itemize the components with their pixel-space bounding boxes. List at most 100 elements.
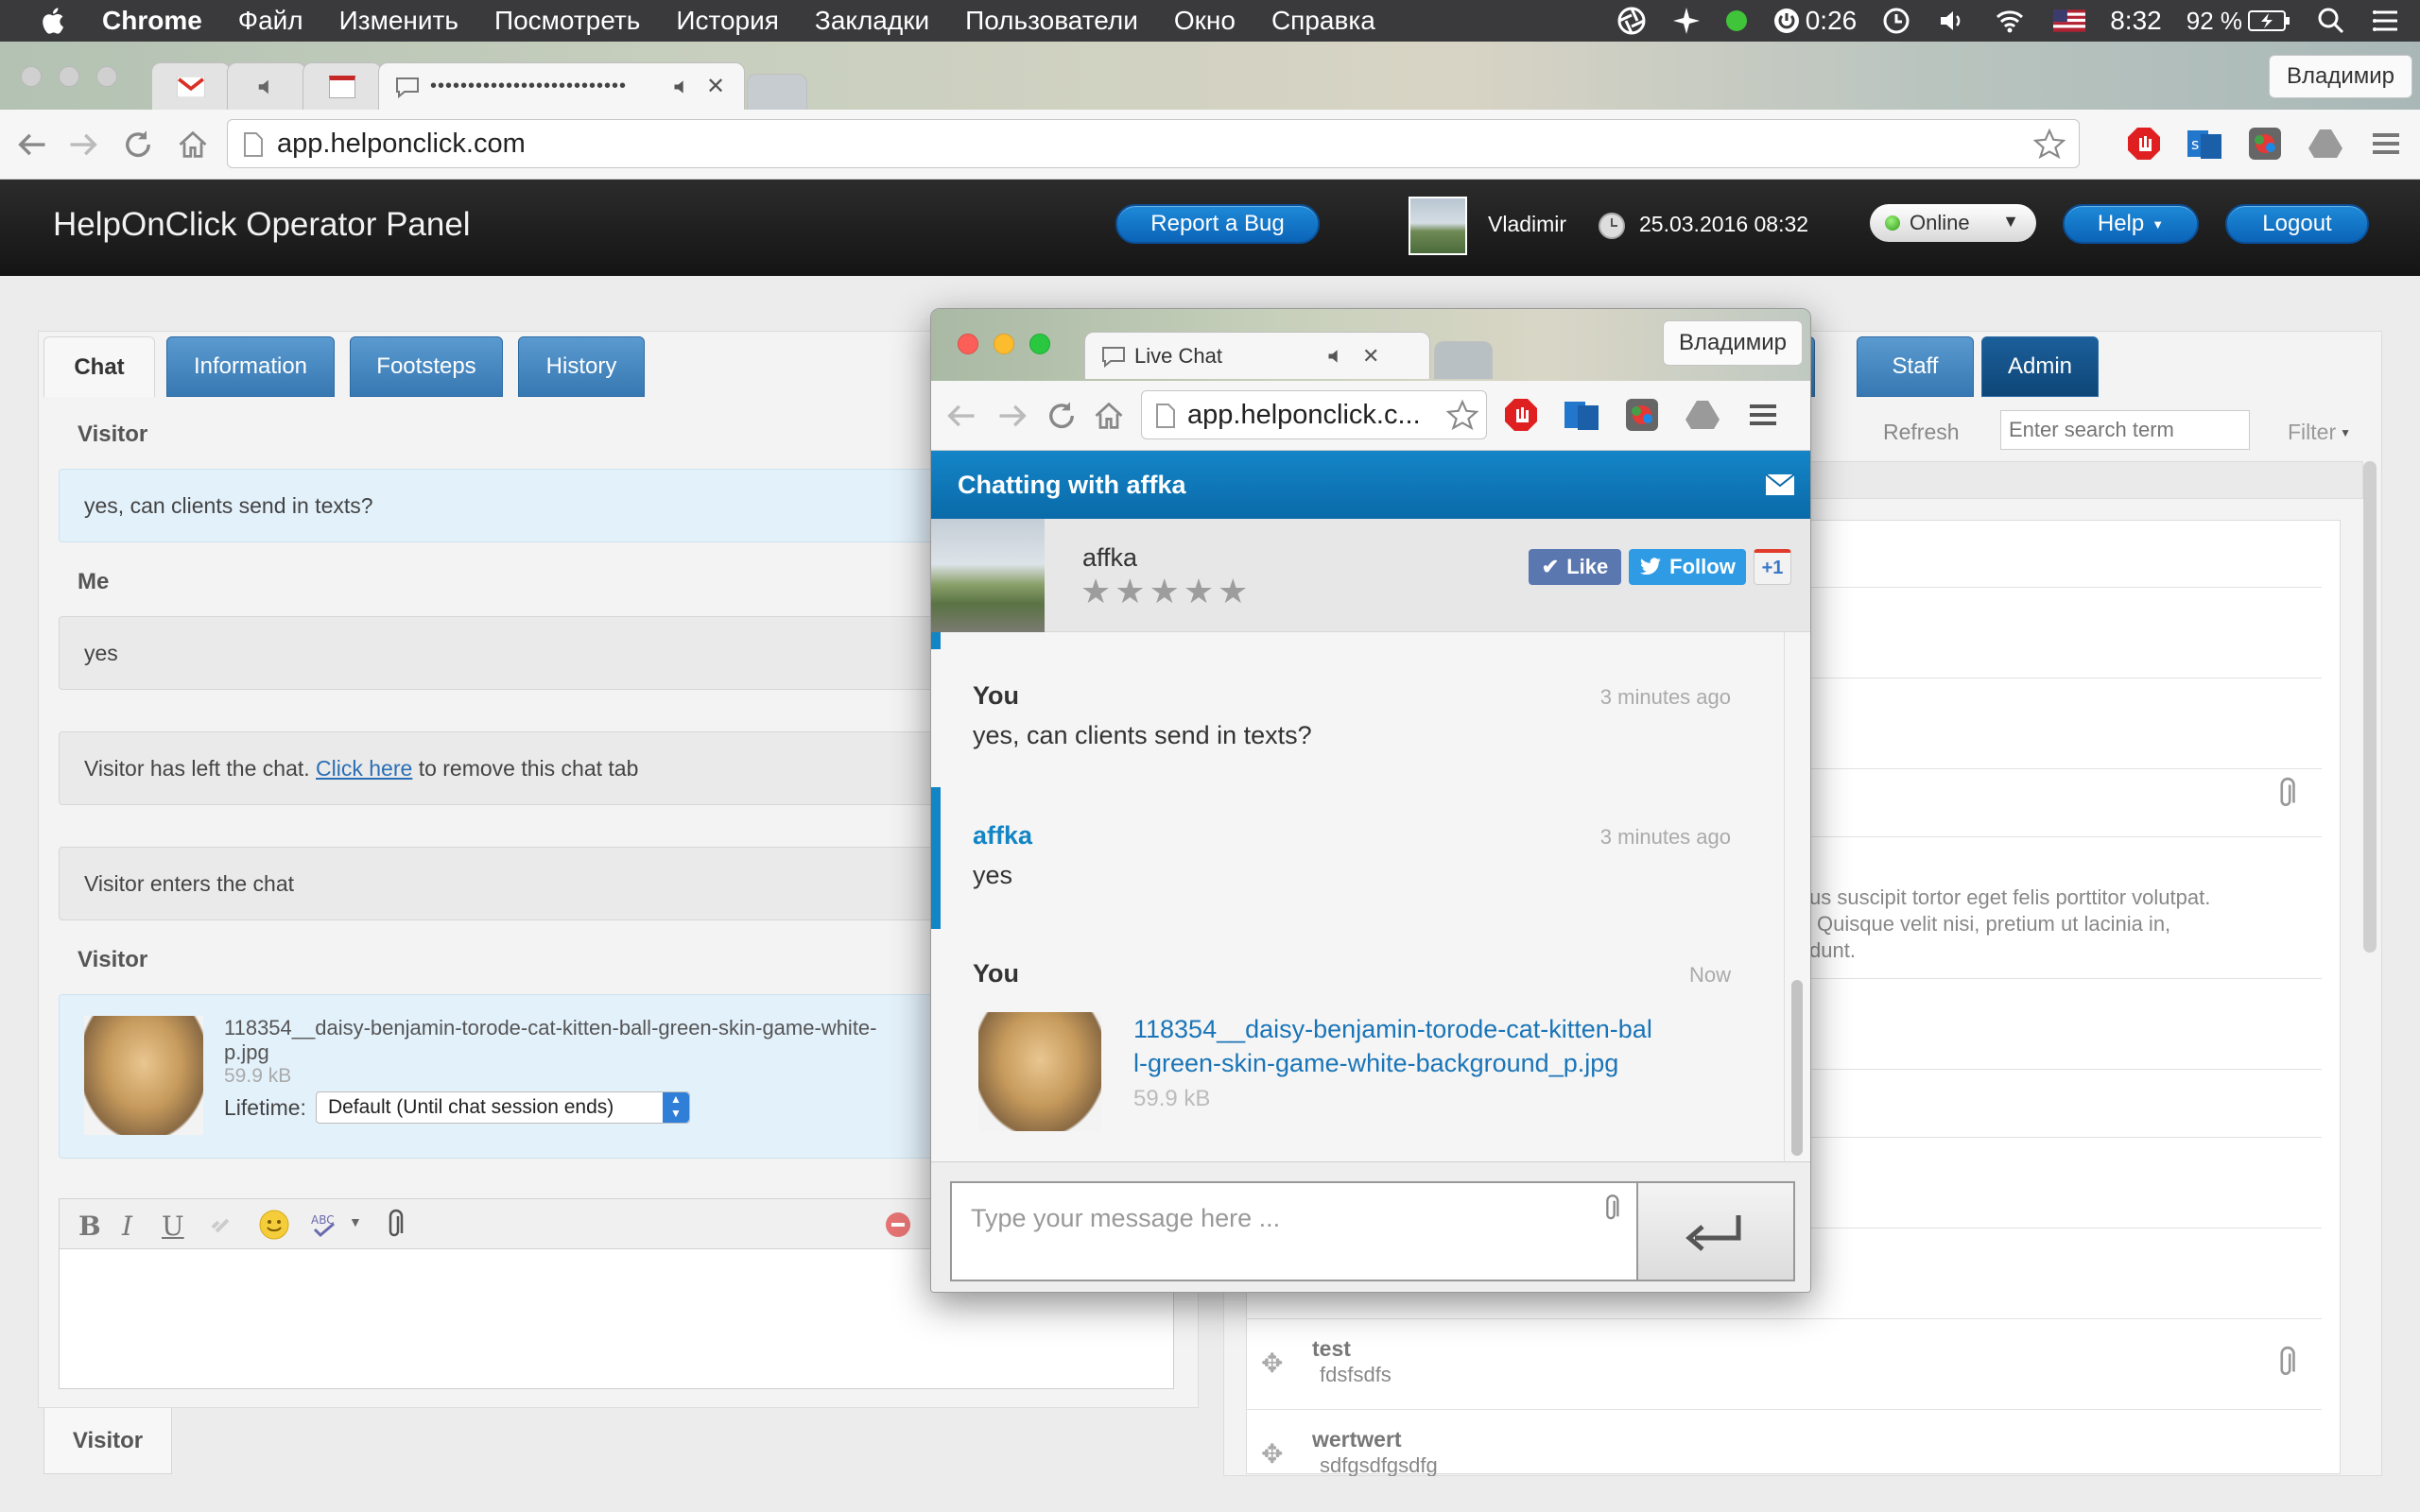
menu-window[interactable]: Окно bbox=[1174, 6, 1236, 36]
menu-view[interactable]: Посмотреть bbox=[494, 6, 640, 36]
window-minimize-button[interactable] bbox=[59, 66, 79, 87]
popup-zoom-button[interactable] bbox=[1029, 334, 1050, 354]
menu-edit[interactable]: Изменить bbox=[339, 6, 458, 36]
clock-text[interactable]: 8:32 bbox=[2110, 6, 2162, 36]
star-icon[interactable]: ★ bbox=[1184, 572, 1218, 610]
us-flag-icon[interactable] bbox=[2053, 9, 2086, 32]
tab-helponclick[interactable]: •••••••••••••••••••••••••• ✕ bbox=[378, 62, 745, 110]
tab-admin[interactable]: Admin bbox=[1981, 336, 2099, 397]
popup-profile-button[interactable]: Владимир bbox=[1662, 320, 1803, 366]
battery-indicator[interactable]: 92 % bbox=[2187, 7, 2291, 36]
tab-chat[interactable]: Chat bbox=[43, 336, 155, 397]
cat-thumbnail[interactable] bbox=[84, 1016, 203, 1135]
adblock-icon[interactable] bbox=[1502, 396, 1540, 434]
bold-icon[interactable]: B bbox=[78, 1211, 101, 1242]
tab-generic[interactable] bbox=[302, 62, 382, 110]
rating-stars[interactable]: ★★★★★ bbox=[1080, 572, 1252, 611]
forward-icon[interactable] bbox=[995, 399, 1029, 433]
cat-thumbnail[interactable] bbox=[978, 1012, 1101, 1131]
remove-tab-link[interactable]: Click here bbox=[316, 756, 412, 782]
tab-information[interactable]: Information bbox=[166, 336, 335, 397]
reload-icon[interactable] bbox=[121, 128, 155, 162]
home-icon[interactable] bbox=[1092, 399, 1126, 433]
new-tab-button[interactable] bbox=[747, 74, 807, 110]
scrollbar[interactable] bbox=[2363, 461, 2377, 953]
bookmark-star-icon[interactable] bbox=[1446, 399, 1478, 431]
report-bug-button[interactable]: Report a Bug bbox=[1115, 204, 1320, 244]
menu-bookmarks[interactable]: Закладки bbox=[815, 6, 929, 36]
bookmark-star-icon[interactable] bbox=[2033, 128, 2066, 160]
apple-icon[interactable] bbox=[38, 5, 70, 37]
volume-icon[interactable] bbox=[1936, 6, 1966, 36]
tab-visitor[interactable]: Visitor bbox=[43, 1408, 172, 1474]
speaker-icon[interactable] bbox=[672, 77, 691, 96]
menu-app-chrome[interactable]: Chrome bbox=[102, 6, 202, 36]
chrome-menu-icon[interactable] bbox=[1744, 396, 1782, 434]
scrollbar-thumb[interactable] bbox=[1791, 980, 1803, 1156]
filter-dropdown[interactable]: Filter ▼ bbox=[2288, 420, 2351, 445]
operator-avatar[interactable] bbox=[1409, 197, 1467, 255]
green-status-icon[interactable] bbox=[1725, 10, 1747, 31]
tab-muted[interactable] bbox=[227, 62, 306, 110]
search-icon[interactable] bbox=[2316, 6, 2346, 36]
menu-help[interactable]: Справка bbox=[1271, 6, 1375, 36]
notification-center-icon[interactable] bbox=[2371, 6, 2401, 36]
menu-users[interactable]: Пользователи bbox=[965, 6, 1138, 36]
profile-button[interactable]: Владимир bbox=[2268, 55, 2412, 98]
list-row[interactable]: ✥ wertwert sdfgsdfgsdfg bbox=[1246, 1410, 2322, 1476]
translate-extension-icon[interactable] bbox=[1563, 396, 1600, 434]
link-icon[interactable] bbox=[207, 1211, 235, 1239]
message-input[interactable]: Type your message here ... bbox=[950, 1181, 1638, 1281]
popup-close-button[interactable] bbox=[958, 334, 978, 354]
translate-extension-icon[interactable]: s bbox=[2186, 125, 2223, 163]
colorful-extension-icon[interactable] bbox=[1623, 396, 1661, 434]
google-plus-button[interactable]: +1 bbox=[1754, 549, 1791, 585]
window-zoom-button[interactable] bbox=[96, 66, 117, 87]
star-icon[interactable]: ★ bbox=[1080, 572, 1115, 610]
close-tab-icon[interactable]: ✕ bbox=[1362, 344, 1379, 369]
logout-button[interactable]: Logout bbox=[2225, 204, 2369, 244]
colorful-extension-icon[interactable] bbox=[2246, 125, 2284, 163]
home-icon[interactable] bbox=[176, 128, 210, 162]
address-bar[interactable]: app.helponclick.com bbox=[227, 119, 2080, 168]
timer[interactable]: 0:26 bbox=[1772, 6, 1857, 36]
list-row[interactable]: ✥ test fdsfsdfs bbox=[1246, 1319, 2322, 1410]
star-icon[interactable]: ★ bbox=[1218, 572, 1252, 610]
window-close-button[interactable] bbox=[21, 66, 42, 87]
follow-button[interactable]: Follow bbox=[1629, 549, 1746, 585]
chrome-menu-icon[interactable] bbox=[2367, 125, 2405, 163]
drag-handle-icon[interactable]: ✥ bbox=[1261, 1348, 1283, 1379]
star-icon[interactable]: ★ bbox=[1115, 572, 1149, 610]
end-chat-icon[interactable] bbox=[884, 1211, 912, 1239]
like-button[interactable]: ✔ Like bbox=[1529, 549, 1621, 585]
attach-icon[interactable] bbox=[383, 1209, 406, 1241]
drive-icon[interactable] bbox=[2307, 125, 2344, 163]
popup-new-tab-button[interactable] bbox=[1434, 341, 1493, 379]
email-icon[interactable] bbox=[1765, 473, 1795, 496]
status-dropdown[interactable]: Online ▼ bbox=[1870, 204, 2036, 242]
tab-footsteps[interactable]: Footsteps bbox=[350, 336, 503, 397]
time-machine-icon[interactable] bbox=[1881, 6, 1911, 36]
help-button[interactable]: Help ▼ bbox=[2063, 204, 2199, 244]
back-icon[interactable] bbox=[944, 399, 978, 433]
refresh-button[interactable]: Refresh bbox=[1883, 420, 1960, 445]
popup-tab-live-chat[interactable]: Live Chat ✕ bbox=[1084, 332, 1430, 379]
wifi-icon[interactable] bbox=[1991, 6, 2029, 36]
drive-icon[interactable] bbox=[1684, 396, 1721, 434]
spellcheck-dropdown-icon[interactable]: ▼ bbox=[349, 1214, 362, 1229]
tab-history[interactable]: History bbox=[518, 336, 645, 397]
adblock-icon[interactable] bbox=[2125, 125, 2163, 163]
popup-minimize-button[interactable] bbox=[994, 334, 1014, 354]
file-link[interactable]: 118354__daisy-benjamin-torode-cat-kitten… bbox=[1133, 1012, 1652, 1080]
tab-gmail[interactable] bbox=[151, 62, 231, 110]
forward-icon[interactable] bbox=[66, 128, 100, 162]
back-icon[interactable] bbox=[15, 128, 49, 162]
close-tab-icon[interactable]: ✕ bbox=[706, 73, 725, 100]
italic-icon[interactable]: I bbox=[122, 1211, 132, 1242]
speaker-icon[interactable] bbox=[1326, 347, 1345, 366]
visitor-photo[interactable] bbox=[931, 519, 1045, 632]
star-icon[interactable]: ★ bbox=[1150, 572, 1184, 610]
aperture-icon[interactable] bbox=[1616, 6, 1647, 36]
send-button[interactable] bbox=[1636, 1181, 1795, 1281]
emoji-icon[interactable] bbox=[258, 1209, 290, 1241]
